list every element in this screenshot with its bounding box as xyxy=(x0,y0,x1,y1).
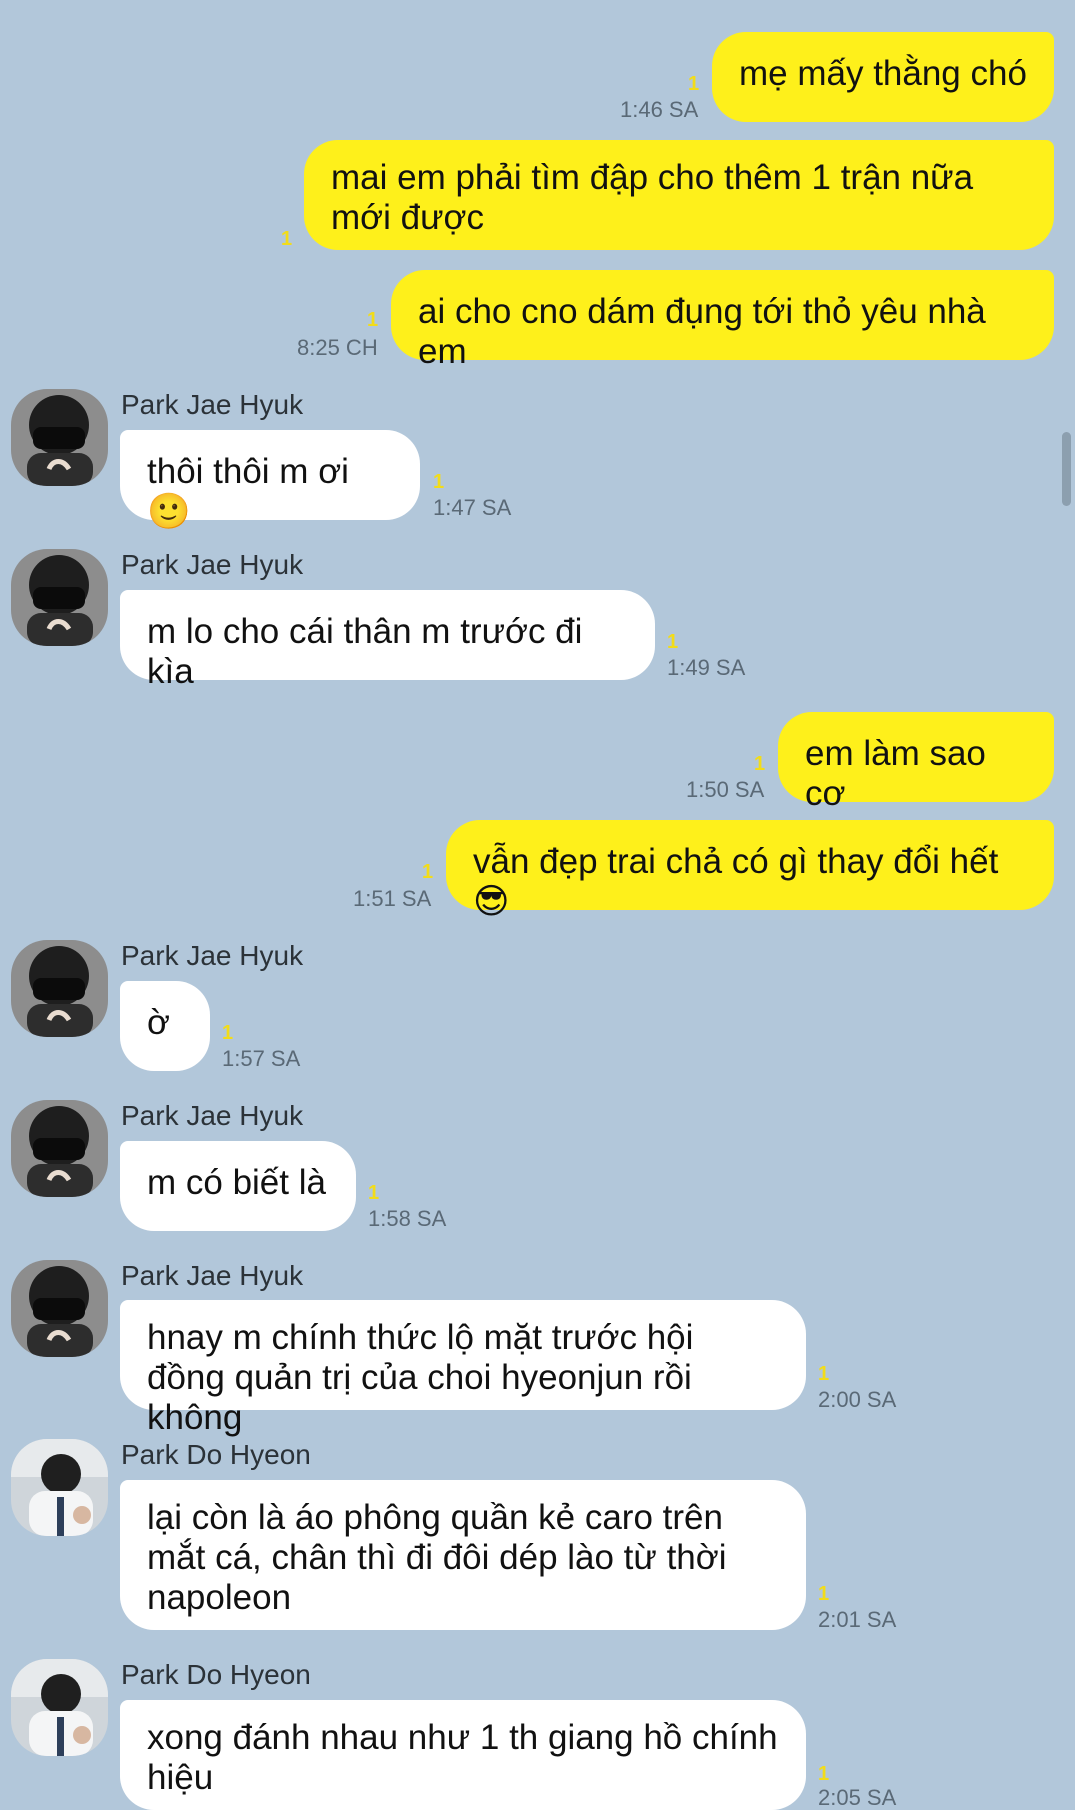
masked-person-avatar[interactable] xyxy=(11,940,108,1037)
their-message-bubble[interactable]: m có biết là xyxy=(120,1141,356,1231)
my-message-bubble[interactable]: mẹ mấy thằng chó xyxy=(712,32,1054,122)
unread-count: 1 xyxy=(688,73,700,95)
unread-count: 1 xyxy=(754,753,766,775)
their-message-bubble[interactable]: thôi thôi m ơi 🙂 xyxy=(120,430,420,531)
unread-count: 1 xyxy=(818,1763,830,1785)
chat-message-list[interactable]: 1 1:46 SA mẹ mấy thằng chó 1 mai em phải… xyxy=(0,0,1075,1810)
unread-count: 1 xyxy=(368,1182,380,1204)
person-white-shirt-avatar-icon xyxy=(11,1439,108,1536)
my-message-bubble[interactable]: ai cho cno dám đụng tới thỏ yêu nhà em xyxy=(391,270,1054,371)
person-white-shirt-avatar[interactable] xyxy=(11,1659,108,1756)
masked-person-avatar-icon xyxy=(11,549,108,646)
my-message-bubble[interactable]: vẫn đẹp trai chả có gì thay đổi hết 😎 xyxy=(446,820,1054,921)
sender-name: Park Do Hyeon xyxy=(121,1659,311,1690)
message-time: 2:00 SA xyxy=(818,1387,897,1412)
masked-person-avatar-icon xyxy=(11,389,108,486)
unread-count: 1 xyxy=(281,228,293,250)
masked-person-avatar-icon xyxy=(11,940,108,1037)
message-time: 1:51 SA xyxy=(353,886,432,911)
message-time: 1:58 SA xyxy=(368,1206,447,1231)
their-message-bubble[interactable]: hnay m chính thức lộ mặt trước hội đồng … xyxy=(120,1300,806,1437)
message-time: 1:49 SA xyxy=(667,655,746,680)
message-time: 2:01 SA xyxy=(818,1607,897,1632)
masked-person-avatar-icon xyxy=(11,1260,108,1357)
their-message-bubble[interactable]: m lo cho cái thân m trước đi kìa xyxy=(120,590,655,691)
sender-name: Park Jae Hyuk xyxy=(121,549,304,580)
sender-name: Park Jae Hyuk xyxy=(121,940,304,971)
unread-count: 1 xyxy=(422,861,434,883)
message-time: 1:50 SA xyxy=(686,777,765,802)
sender-name: Park Jae Hyuk xyxy=(121,1260,304,1291)
my-message-bubble[interactable]: em làm sao cơ xyxy=(778,712,1054,813)
message-time: 1:57 SA xyxy=(222,1046,301,1071)
message-time: 1:47 SA xyxy=(433,495,512,520)
sender-name: Park Jae Hyuk xyxy=(121,389,304,420)
message-time: 8:25 CH xyxy=(297,335,378,360)
masked-person-avatar[interactable] xyxy=(11,1100,108,1197)
message-time: 1:46 SA xyxy=(620,97,699,122)
person-white-shirt-avatar[interactable] xyxy=(11,1439,108,1536)
message-time: 2:05 SA xyxy=(818,1785,897,1810)
unread-count: 1 xyxy=(433,471,445,493)
unread-count: 1 xyxy=(222,1022,234,1044)
masked-person-avatar-icon xyxy=(11,1100,108,1197)
unread-count: 1 xyxy=(667,631,679,653)
unread-count: 1 xyxy=(818,1583,830,1605)
their-message-bubble[interactable]: lại còn là áo phông quần kẻ caro trên mắ… xyxy=(120,1480,806,1630)
unread-count: 1 xyxy=(367,309,379,331)
scrollbar[interactable] xyxy=(1062,432,1071,506)
my-message-bubble[interactable]: mai em phải tìm đập cho thêm 1 trận nữa … xyxy=(304,140,1054,250)
masked-person-avatar[interactable] xyxy=(11,1260,108,1357)
sender-name: Park Jae Hyuk xyxy=(121,1100,304,1131)
masked-person-avatar[interactable] xyxy=(11,389,108,486)
unread-count: 1 xyxy=(818,1363,830,1385)
their-message-bubble[interactable]: xong đánh nhau như 1 th giang hồ chính h… xyxy=(120,1700,806,1810)
sender-name: Park Do Hyeon xyxy=(121,1439,311,1470)
person-white-shirt-avatar-icon xyxy=(11,1659,108,1756)
masked-person-avatar[interactable] xyxy=(11,549,108,646)
their-message-bubble[interactable]: ờ xyxy=(120,981,210,1071)
